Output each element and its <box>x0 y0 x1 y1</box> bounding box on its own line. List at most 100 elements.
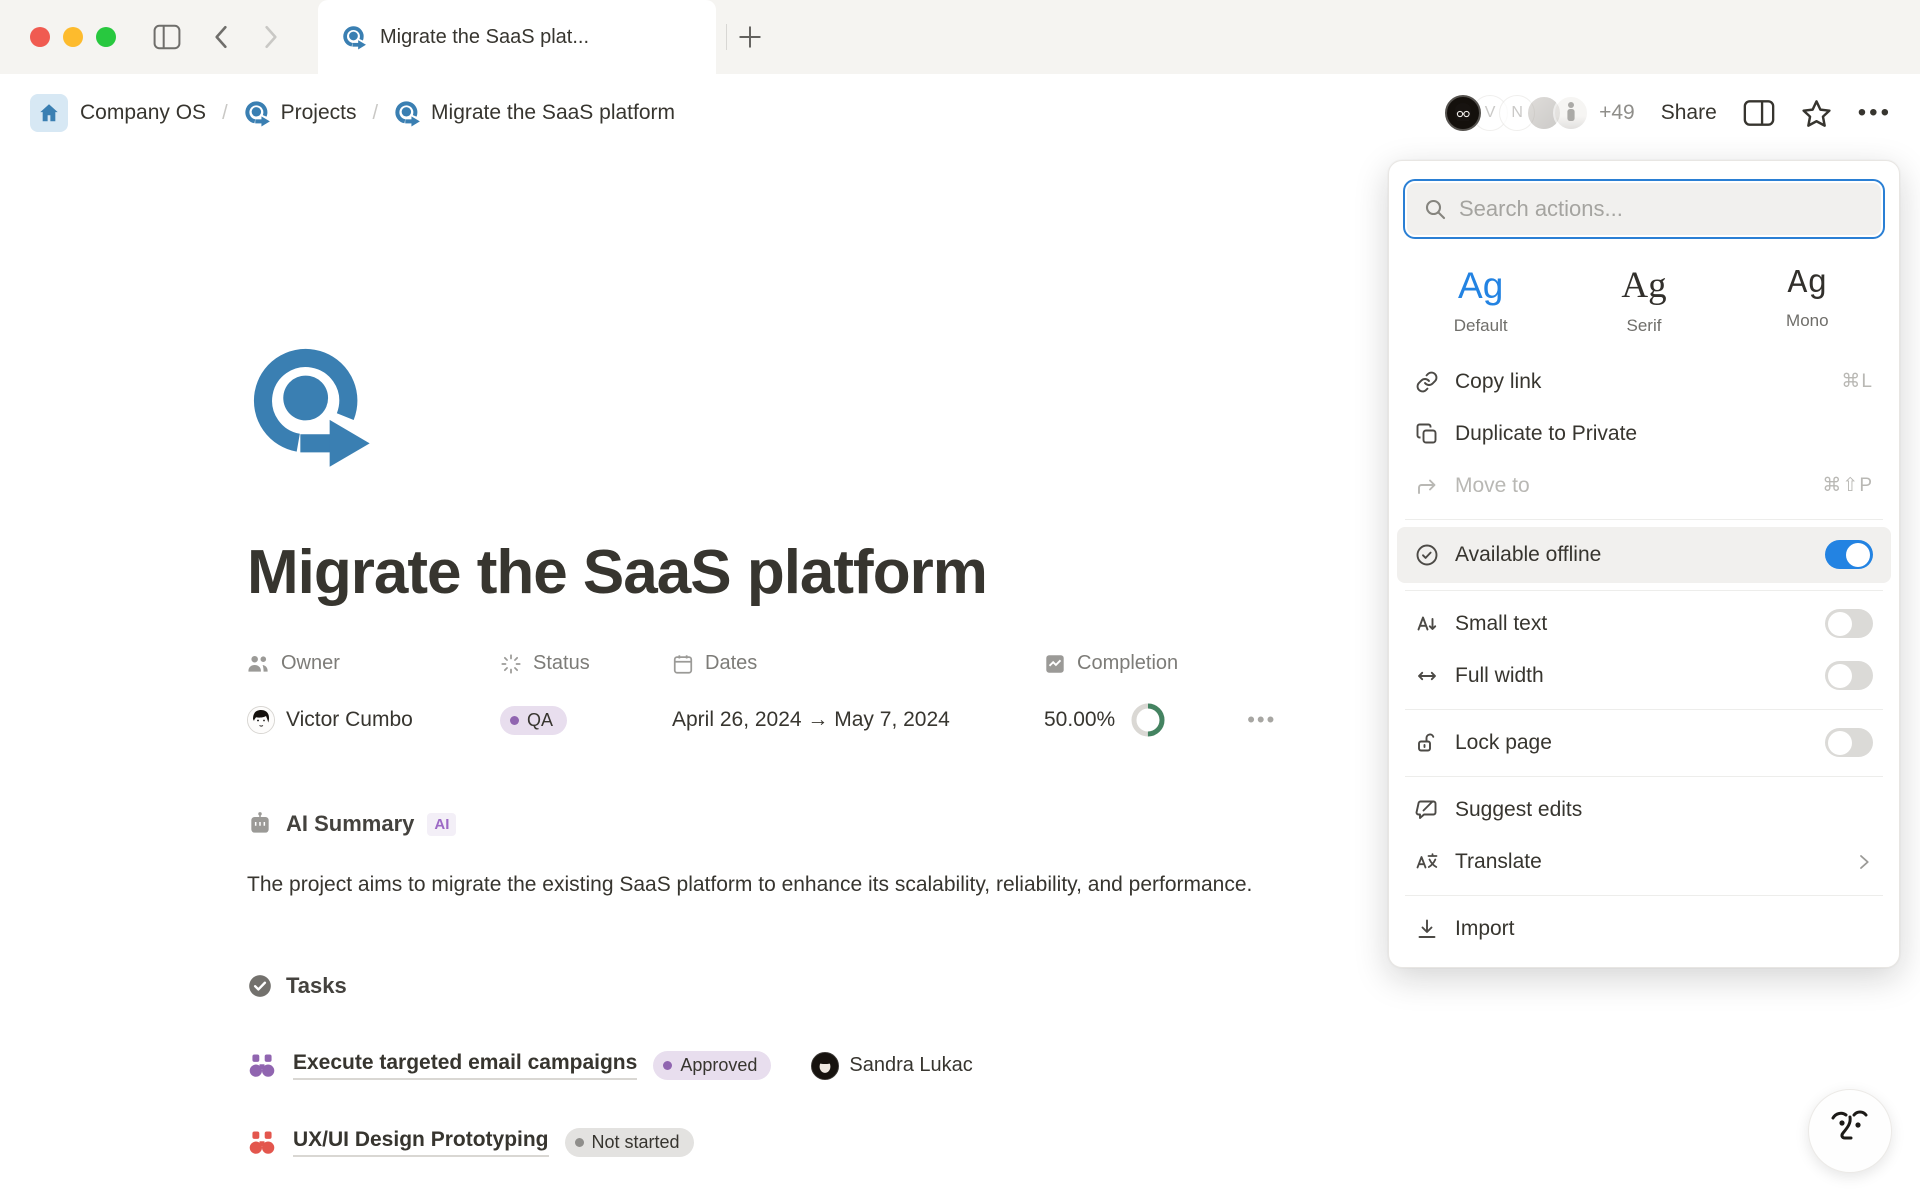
completion-value[interactable]: 50.00% ••• <box>1044 701 1276 739</box>
home-icon <box>38 102 60 124</box>
search-actions-input[interactable] <box>1459 196 1865 222</box>
active-tab[interactable]: Migrate the SaaS plat... <box>318 0 716 74</box>
breadcrumb-separator: / <box>368 102 382 125</box>
status-pill[interactable]: QA <box>500 706 567 735</box>
zoom-window-button[interactable] <box>96 27 116 47</box>
font-option-mono[interactable]: Ag Mono <box>1726 259 1889 346</box>
favorite-button[interactable] <box>1801 98 1832 129</box>
full-width-toggle[interactable] <box>1825 661 1873 690</box>
unlock-icon <box>1415 731 1439 755</box>
menu-search[interactable] <box>1405 181 1883 237</box>
menu-shortcut: ⌘⇧P <box>1822 474 1873 497</box>
status-text: Not started <box>592 1132 680 1153</box>
font-option-serif[interactable]: Ag Serif <box>1562 259 1725 346</box>
binoculars-icon <box>247 1052 277 1079</box>
notion-ai-face-button[interactable] <box>1808 1089 1892 1173</box>
menu-item-small-text[interactable]: Small text <box>1397 598 1891 650</box>
avatar <box>1553 95 1589 131</box>
menu-divider <box>1405 709 1883 710</box>
menu-shortcut: ⌘L <box>1841 370 1873 393</box>
property-dates[interactable]: Dates <box>672 652 1044 675</box>
font-picker: Ag Default Ag Serif Ag Mono <box>1399 259 1889 346</box>
nav-forward-icon <box>260 24 282 50</box>
menu-item-label: Copy link <box>1455 370 1825 394</box>
small-text-toggle[interactable] <box>1825 609 1873 638</box>
close-window-button[interactable] <box>30 27 50 47</box>
font-sample: Ag <box>1562 265 1725 308</box>
menu-item-available-offline[interactable]: Available offline <box>1397 527 1891 583</box>
suggest-edits-icon <box>1415 798 1439 822</box>
project-icon <box>244 100 271 127</box>
menu-item-duplicate[interactable]: Duplicate to Private <box>1397 408 1891 460</box>
font-option-default[interactable]: Ag Default <box>1399 259 1562 346</box>
sidebar-toggle-icon[interactable] <box>152 24 182 50</box>
menu-item-lock-page[interactable]: Lock page <box>1397 717 1891 769</box>
member-avatar-stack[interactable]: V N +49 <box>1445 95 1635 131</box>
avatar-initial: V <box>1485 104 1496 122</box>
property-status[interactable]: Status <box>500 652 672 675</box>
owner-name: Victor Cumbo <box>286 708 413 732</box>
tasks-title: Tasks <box>286 973 347 999</box>
owner-value[interactable]: Victor Cumbo <box>247 701 500 739</box>
link-icon <box>1415 370 1439 394</box>
full-width-icon <box>1415 664 1439 688</box>
available-offline-toggle[interactable] <box>1825 540 1873 569</box>
menu-item-copy-link[interactable]: Copy link ⌘L <box>1397 356 1891 408</box>
ai-badge: AI <box>427 813 456 836</box>
property-completion[interactable]: Completion <box>1044 652 1276 675</box>
task-status-pill[interactable]: Approved <box>653 1051 771 1080</box>
menu-item-label: Translate <box>1455 850 1839 874</box>
calendar-icon <box>672 653 694 675</box>
status-dot <box>510 716 519 725</box>
home-breadcrumb-button[interactable] <box>30 94 68 132</box>
chevron-right-icon <box>1855 853 1873 871</box>
menu-item-label: Move to <box>1455 474 1806 498</box>
menu-item-suggest-edits[interactable]: Suggest edits <box>1397 784 1891 836</box>
breadcrumb-item-company-os[interactable]: Company OS <box>80 101 206 125</box>
font-label: Mono <box>1726 311 1889 331</box>
avatar-initial: N <box>1511 104 1523 122</box>
task-assignee[interactable]: Sandra Lukac <box>811 1052 972 1080</box>
page-project-icon[interactable] <box>247 342 375 470</box>
menu-divider <box>1405 519 1883 520</box>
menu-item-label: Import <box>1455 917 1873 941</box>
share-button[interactable]: Share <box>1661 101 1717 125</box>
new-tab-button[interactable] <box>727 0 773 74</box>
task-link[interactable]: Execute targeted email campaigns <box>293 1051 637 1080</box>
completion-percent-text: 50.00% <box>1044 708 1115 732</box>
page-options-menu: Ag Default Ag Serif Ag Mono Copy link ⌘L… <box>1388 160 1900 968</box>
menu-item-translate[interactable]: Translate <box>1397 836 1891 888</box>
breadcrumb-item-current-page[interactable]: Migrate the SaaS platform <box>394 100 675 127</box>
menu-item-full-width[interactable]: Full width <box>1397 650 1891 702</box>
dates-value[interactable]: April 26, 2024 → May 7, 2024 <box>672 701 1044 739</box>
check-circle-icon <box>247 973 273 999</box>
menu-item-label: Full width <box>1455 664 1809 688</box>
status-text: Approved <box>680 1055 757 1076</box>
property-owner[interactable]: Owner <box>247 652 500 675</box>
menu-item-move-to: Move to ⌘⇧P <box>1397 460 1891 512</box>
task-status-pill[interactable]: Not started <box>565 1128 694 1157</box>
menu-item-import[interactable]: Import <box>1397 903 1891 955</box>
tab-title: Migrate the SaaS plat... <box>380 26 589 49</box>
search-icon <box>1423 197 1447 221</box>
status-dot <box>575 1138 584 1147</box>
open-side-peek-button[interactable] <box>1743 99 1775 127</box>
import-icon <box>1415 917 1439 941</box>
project-icon <box>342 25 367 50</box>
lock-page-toggle[interactable] <box>1825 728 1873 757</box>
breadcrumb-item-projects[interactable]: Projects <box>244 100 357 127</box>
chart-icon <box>1044 653 1066 675</box>
status-text: QA <box>527 710 553 731</box>
translate-icon <box>1415 850 1439 874</box>
task-link[interactable]: UX/UI Design Prototyping <box>293 1128 549 1157</box>
assignee-name: Sandra Lukac <box>849 1054 972 1077</box>
property-more-button[interactable]: ••• <box>1247 707 1276 733</box>
menu-item-label: Suggest edits <box>1455 798 1873 822</box>
minimize-window-button[interactable] <box>63 27 83 47</box>
small-text-icon <box>1415 612 1439 636</box>
menu-divider <box>1405 776 1883 777</box>
nav-back-icon[interactable] <box>210 24 232 50</box>
status-spinner-icon <box>500 653 522 675</box>
completion-ring <box>1129 701 1167 739</box>
page-more-button[interactable]: ••• <box>1858 99 1892 127</box>
